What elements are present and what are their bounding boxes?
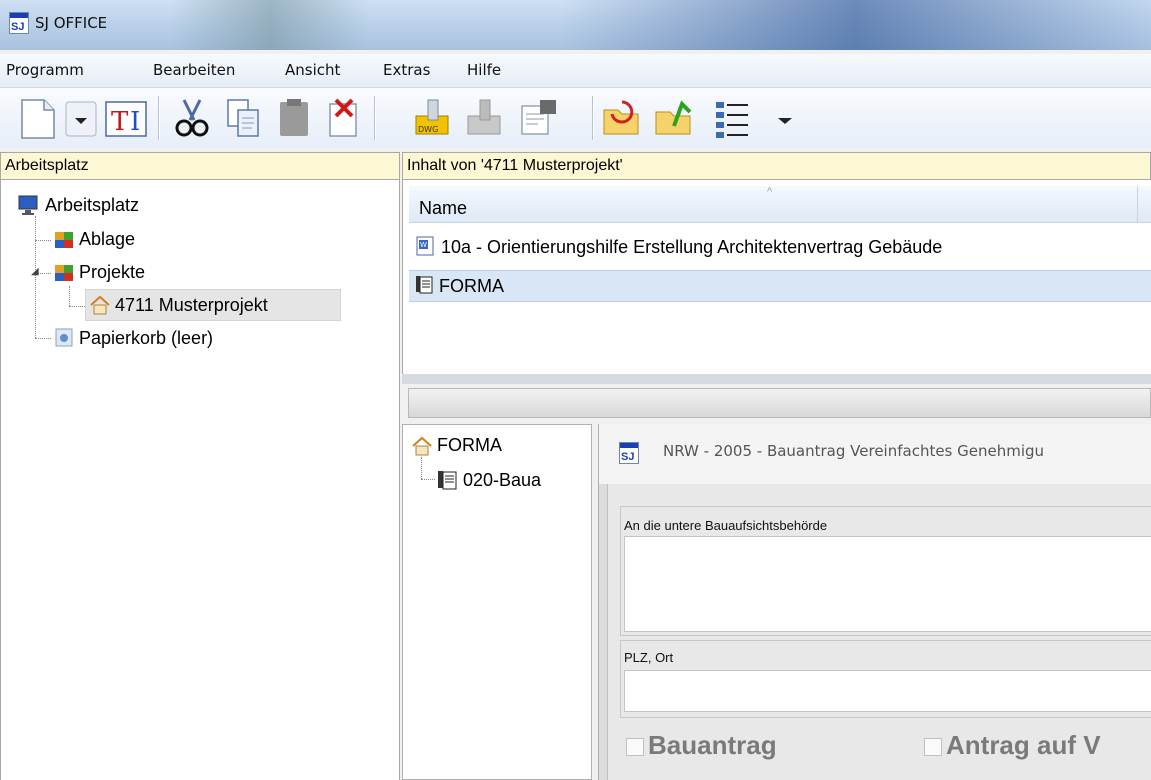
view-details-icon[interactable]: [712, 96, 752, 140]
svg-text:W: W: [420, 241, 427, 249]
form-title-bar: SJ NRW - 2005 - Bauantrag Vereinfachtes …: [599, 424, 1151, 484]
dwg-import-icon[interactable]: DWG: [412, 96, 456, 140]
window-title: SJ OFFICE: [35, 14, 108, 32]
form-tree: FORMA 020-Baua: [402, 424, 592, 780]
menu-programm[interactable]: Programm: [6, 61, 84, 79]
menu-ansicht[interactable]: Ansicht: [285, 61, 340, 79]
new-document-icon[interactable]: [8, 96, 62, 140]
recipient-field-label: An die untere Bauaufsichtsbehörde: [624, 518, 828, 533]
folder-open-icon[interactable]: [600, 96, 644, 140]
tree-item-projekte[interactable]: Projekte: [79, 262, 145, 283]
tree-item-arbeitsplatz[interactable]: Arbeitsplatz: [45, 195, 139, 216]
content-title: Inhalt von '4711 Musterprojekt': [407, 157, 623, 174]
recipient-field[interactable]: [624, 536, 1151, 632]
sj-office-logo-icon: SJ: [9, 12, 29, 34]
cut-icon[interactable]: [170, 96, 214, 140]
file-list: ^ Name W 10a - Orientierungshilfe Erstel…: [402, 180, 1151, 374]
forms-stack-icon: [438, 471, 457, 490]
column-name-label: Name: [419, 198, 468, 218]
ablage-icon: [55, 232, 73, 248]
form-body: An die untere Bauaufsichtsbehörde PLZ, O…: [607, 484, 1151, 780]
tree-item-4711-musterprojekt[interactable]: 4711 Musterprojekt: [115, 295, 268, 316]
paste-icon: [280, 99, 308, 136]
bauantrag-label: Bauantrag: [648, 730, 777, 760]
svg-text:T: T: [111, 107, 129, 137]
recycle-bin-icon: [55, 328, 73, 347]
svg-text:I: I: [130, 107, 140, 137]
splitter-handle[interactable]: [402, 374, 1151, 384]
house-icon: [412, 436, 432, 456]
form-panel: SJ NRW - 2005 - Bauantrag Vereinfachtes …: [598, 424, 1151, 780]
plz-ort-field-label: PLZ, Ort: [624, 650, 674, 665]
bauantrag-checkbox[interactable]: [626, 738, 644, 756]
toolbar: T I DWG: [0, 88, 1151, 148]
left-pane-title: Arbeitsplatz: [5, 157, 89, 174]
antrag-label: Antrag auf V: [946, 730, 1101, 760]
folder-tree: Arbeitsplatz Ablage ◢ Projekte 4711 Must…: [0, 180, 400, 780]
list-item-label: FORMA: [439, 276, 504, 296]
view-dropdown-icon[interactable]: [770, 96, 800, 140]
menu-extras[interactable]: Extras: [383, 61, 430, 79]
antrag-checkbox[interactable]: [924, 738, 942, 756]
folder-up-icon[interactable]: [652, 96, 696, 140]
content-header: Inhalt von '4711 Musterprojekt': [402, 152, 1151, 180]
menu-hilfe[interactable]: Hilfe: [467, 61, 501, 79]
sort-arrow-icon: ^: [767, 186, 773, 198]
projekte-icon: [55, 265, 73, 281]
title-bar: SJ SJ OFFICE: [0, 0, 1151, 50]
tree-item-020-baua[interactable]: 020-Baua: [463, 470, 541, 491]
sj-form-logo-icon: SJ: [619, 442, 639, 464]
text-insert-icon[interactable]: T I: [102, 96, 150, 140]
list-item-label: 10a - Orientierungshilfe Erstellung Arch…: [441, 237, 943, 257]
delete-icon[interactable]: [322, 96, 366, 140]
expand-arrow-icon[interactable]: ◢: [31, 266, 39, 277]
dwg-export-icon: [467, 99, 501, 135]
column-header-name[interactable]: ^ Name: [409, 186, 1151, 223]
tree-item-forma[interactable]: FORMA: [437, 435, 502, 456]
workstation-icon: [18, 195, 38, 215]
tree-item-papierkorb[interactable]: Papierkorb (leer): [79, 328, 213, 349]
tree-item-ablage[interactable]: Ablage: [79, 229, 135, 250]
menu-bearbeiten[interactable]: Bearbeiten: [153, 61, 235, 79]
document-icon: W: [416, 236, 434, 256]
copy-icon[interactable]: [222, 96, 266, 140]
new-dropdown-icon[interactable]: [64, 96, 98, 140]
plz-ort-field[interactable]: [624, 670, 1151, 712]
path-bar: [408, 388, 1151, 418]
svg-text:DWG: DWG: [418, 125, 438, 134]
list-item-selected[interactable]: FORMA: [409, 270, 1151, 302]
menu-bar: Programm Bearbeiten Ansicht Extras Hilfe: [0, 54, 1151, 88]
list-item[interactable]: W 10a - Orientierungshilfe Erstellung Ar…: [409, 232, 1151, 262]
properties-icon[interactable]: [516, 96, 560, 140]
left-pane-header: Arbeitsplatz: [0, 152, 400, 180]
house-icon: [90, 295, 110, 315]
form-title: NRW - 2005 - Bauantrag Vereinfachtes Gen…: [663, 442, 1045, 460]
forms-stack-icon: [416, 276, 433, 294]
